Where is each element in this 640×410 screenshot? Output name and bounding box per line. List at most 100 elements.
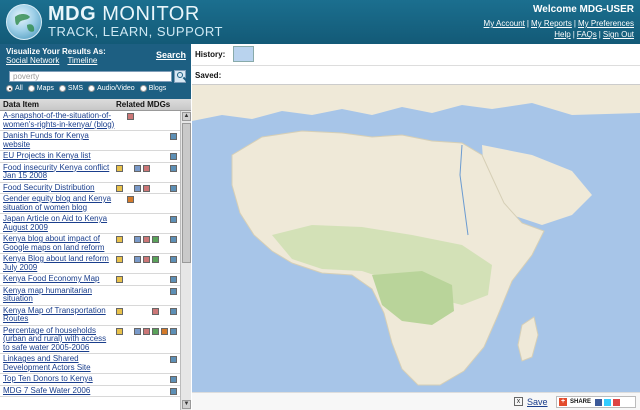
mdg-icon[interactable] xyxy=(116,327,123,335)
data-item-list: A-snapshot-of-the-situation-of-women's-r… xyxy=(0,111,180,410)
search-button[interactable] xyxy=(174,70,186,83)
mdg-icon[interactable] xyxy=(170,287,177,295)
data-item-link[interactable]: Kenya Food Economy Map xyxy=(3,274,115,284)
facebook-icon[interactable] xyxy=(595,398,603,406)
mdg-icon[interactable] xyxy=(116,307,123,315)
radio-icon xyxy=(6,85,13,92)
filter-sms[interactable]: SMS xyxy=(58,85,83,92)
save-link[interactable]: Save xyxy=(527,397,548,407)
mdg-icon[interactable] xyxy=(134,327,141,335)
history-label: History: xyxy=(195,50,226,59)
scroll-thumb[interactable] xyxy=(182,123,191,263)
mdg-icon[interactable] xyxy=(170,164,177,172)
mdg-icon[interactable] xyxy=(170,216,177,223)
data-item-link[interactable]: Food insecurity Kenya conflict Jan 15 20… xyxy=(3,163,115,181)
africa-map[interactable] xyxy=(192,84,640,392)
my-reports-link[interactable]: My Reports xyxy=(531,19,572,28)
mdg-icon[interactable] xyxy=(152,307,159,315)
mdg-icon[interactable] xyxy=(127,113,134,120)
map-graphic xyxy=(192,85,640,386)
mdg-icon[interactable] xyxy=(161,327,168,335)
mdg-icon[interactable] xyxy=(127,196,134,203)
faqs-link[interactable]: FAQs xyxy=(577,30,597,39)
map-footer: x Save + SHARE xyxy=(192,392,640,410)
mdg-icon[interactable] xyxy=(134,236,141,243)
data-item-link[interactable]: Kenya blog about impact of Google maps o… xyxy=(3,234,115,252)
plus-icon: + xyxy=(559,398,567,406)
mdg-icon[interactable] xyxy=(170,387,177,395)
mdg-icon[interactable] xyxy=(116,256,123,263)
list-item: Kenya Blog about land reform July 2009 xyxy=(0,254,180,274)
list-scrollbar[interactable]: ▲ ▼ xyxy=(180,111,191,410)
data-item-link[interactable]: Kenya map humanitarian situation xyxy=(3,286,115,304)
filter-audio-video[interactable]: Audio/Video xyxy=(88,85,135,92)
search-link[interactable]: Search xyxy=(156,50,186,60)
help-link[interactable]: Help xyxy=(554,30,570,39)
my-account-link[interactable]: My Account xyxy=(484,19,525,28)
mdg-icon[interactable] xyxy=(170,236,177,243)
data-item-link[interactable]: MDG 7 Safe Water 2006 xyxy=(3,386,115,396)
mdg-icon[interactable] xyxy=(152,236,159,243)
list-item: Kenya Map of Transportation Routes xyxy=(0,306,180,326)
account-links: My Account | My Reports | My Preferences Hel… xyxy=(483,19,634,39)
social-network-link[interactable]: Social Network xyxy=(6,56,59,65)
data-item-link[interactable]: Japan Article on Aid to Kenya August 200… xyxy=(3,214,115,232)
mdg-icon[interactable] xyxy=(170,327,177,335)
list-item: Top Ten Donors to Kenya xyxy=(0,374,180,386)
mdg-icon[interactable] xyxy=(116,236,123,243)
mdg-icon[interactable] xyxy=(143,256,150,263)
data-item-link[interactable]: Percentage of households (urban and rura… xyxy=(3,326,115,353)
data-item-link[interactable]: Food Security Distribution xyxy=(3,183,115,193)
mdg-icon[interactable] xyxy=(170,376,177,383)
data-item-link[interactable]: Kenya Map of Transportation Routes xyxy=(3,306,115,324)
mdg-icon[interactable] xyxy=(152,256,159,263)
scroll-down-icon[interactable]: ▼ xyxy=(182,400,191,409)
mdg-icon[interactable] xyxy=(134,184,141,192)
mdg-icon[interactable] xyxy=(143,236,150,243)
mdg-icon[interactable] xyxy=(143,164,150,172)
filter-maps[interactable]: Maps xyxy=(27,85,54,92)
mdg-icon[interactable] xyxy=(170,356,177,363)
filter-all[interactable]: All xyxy=(6,85,23,92)
my-preferences-link[interactable]: My Preferences xyxy=(578,19,634,28)
mdg-icon[interactable] xyxy=(134,164,141,172)
mdg-icon[interactable] xyxy=(116,276,123,283)
list-item: A-snapshot-of-the-situation-of-women's-r… xyxy=(0,111,180,131)
app-title: MDG MONITOR xyxy=(48,3,200,25)
twitter-icon[interactable] xyxy=(604,398,612,406)
search-input[interactable] xyxy=(9,71,172,82)
data-item-link[interactable]: Linkages and Shared Development Actors S… xyxy=(3,354,115,372)
mdg-icon[interactable] xyxy=(170,276,177,283)
mdg-icon[interactable] xyxy=(170,256,177,263)
mdg-icon[interactable] xyxy=(134,256,141,263)
mdg-icon[interactable] xyxy=(116,184,123,192)
type-filter: All Maps SMS Audio/Video Blogs xyxy=(6,85,171,92)
sign-out-link[interactable]: Sign Out xyxy=(603,30,634,39)
history-thumbnail[interactable] xyxy=(233,46,254,62)
mdg-icon[interactable] xyxy=(152,327,159,335)
data-item-link[interactable]: A-snapshot-of-the-situation-of-women's-r… xyxy=(3,111,115,129)
data-item-link[interactable]: EU Projects in Kenya list xyxy=(3,151,115,161)
share-button[interactable]: + SHARE xyxy=(556,396,636,408)
mdg-icon[interactable] xyxy=(116,164,123,172)
filter-blogs[interactable]: Blogs xyxy=(139,85,166,92)
data-item-link[interactable]: Danish Funds for Kenya website xyxy=(3,131,115,149)
scroll-up-icon[interactable]: ▲ xyxy=(182,112,191,121)
saved-label: Saved: xyxy=(195,71,222,80)
mdg-icon[interactable] xyxy=(143,327,150,335)
email-icon[interactable] xyxy=(613,398,621,406)
data-item-link[interactable]: Gender equity blog and Kenya situation o… xyxy=(3,194,115,212)
data-item-link[interactable]: Kenya Blog about land reform July 2009 xyxy=(3,254,115,272)
data-item-link[interactable]: Top Ten Donors to Kenya xyxy=(3,374,115,384)
mdg-icon[interactable] xyxy=(170,184,177,192)
visualization-links: Social Network Timeline xyxy=(6,56,103,65)
list-item: Kenya map humanitarian situation xyxy=(0,286,180,306)
related-mdgs-column-header: Related MDGs xyxy=(116,100,171,109)
mdg-icon[interactable] xyxy=(170,307,177,315)
list-item: Danish Funds for Kenya website xyxy=(0,131,180,151)
mdg-icon[interactable] xyxy=(170,153,177,160)
close-icon[interactable]: x xyxy=(514,397,523,406)
mdg-icon[interactable] xyxy=(170,133,177,140)
mdg-icon[interactable] xyxy=(143,184,150,192)
timeline-link[interactable]: Timeline xyxy=(67,56,97,65)
